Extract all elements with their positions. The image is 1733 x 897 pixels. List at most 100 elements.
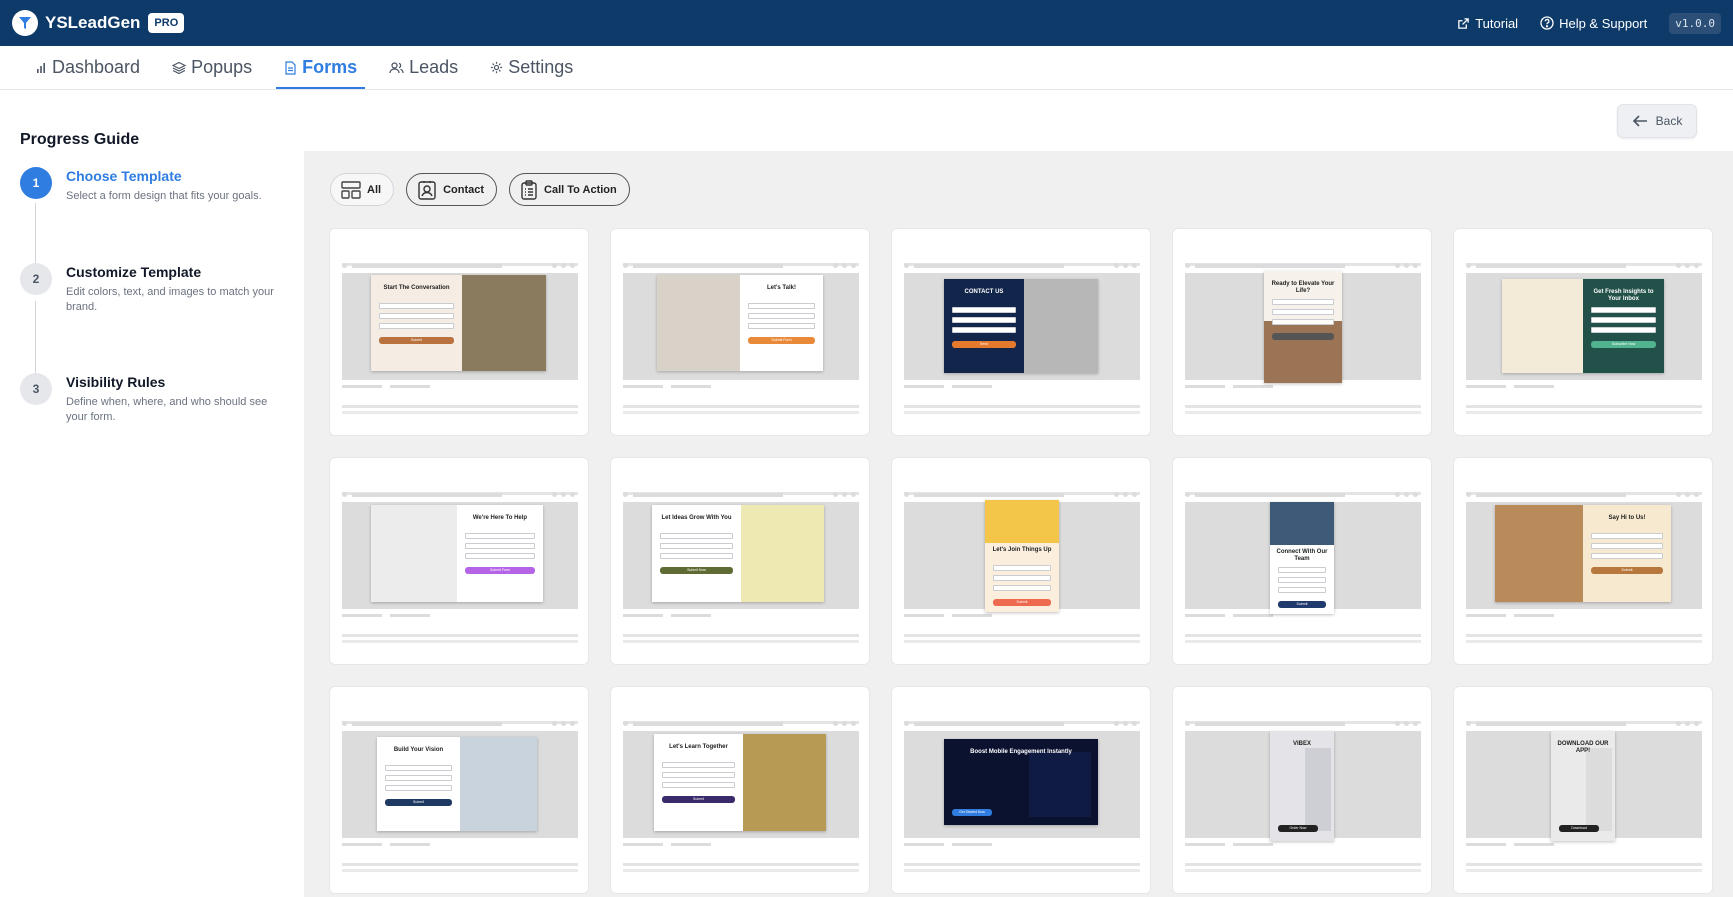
wireframe-dot <box>1694 492 1699 497</box>
template-card[interactable]: DOWNLOAD OUR APP! Download <box>1453 686 1713 894</box>
template-card[interactable]: Let's Talk! Submit Form <box>610 228 870 436</box>
tab-leads[interactable]: Leads <box>385 46 462 89</box>
wireframe-dot <box>1404 263 1409 268</box>
back-button[interactable]: Back <box>1617 104 1697 138</box>
wireframe-dot <box>1404 721 1409 726</box>
wireframe-dot <box>1413 492 1418 497</box>
wireframe-line <box>1233 614 1273 617</box>
step-description: Edit colors, text, and images to match y… <box>66 286 274 313</box>
template-card[interactable]: Start The Conversation Submit <box>329 228 589 436</box>
wireframe-header-bar <box>914 264 1064 268</box>
template-field <box>1278 587 1326 593</box>
template-preview: VIBEX Order Now <box>1270 731 1334 841</box>
wireframe-line <box>904 614 944 617</box>
template-field <box>379 313 454 319</box>
tab-settings[interactable]: Settings <box>486 46 577 89</box>
wireframe-dot <box>851 721 856 726</box>
wireframe-footer-line <box>342 405 578 408</box>
wireframe-dot <box>833 492 838 497</box>
wireframe-header-bar <box>1195 722 1345 726</box>
wireframe-dot <box>842 263 847 268</box>
pro-badge: PRO <box>148 13 185 33</box>
template-heading: Start The Conversation <box>383 285 450 291</box>
tutorial-label: Tutorial <box>1475 15 1519 31</box>
template-submit-button: Submit Form <box>748 337 815 344</box>
wireframe-line <box>904 385 944 388</box>
template-card[interactable]: Build Your Vision Submit <box>329 686 589 894</box>
wireframe-dot <box>1466 492 1471 497</box>
wireframe-dot <box>1114 721 1119 726</box>
step-visibility-rules[interactable]: 3 Visibility Rules Define when, where, a… <box>20 373 284 425</box>
wireframe-line <box>1514 843 1554 846</box>
template-submit-button: Submit <box>1278 601 1326 608</box>
wireframe-footer-line <box>342 863 578 866</box>
template-submit-button: Submit <box>993 599 1051 606</box>
template-card[interactable]: Say Hi to Us! Submit <box>1453 457 1713 665</box>
template-card[interactable]: Let's Join Things Up Submit <box>891 457 1151 665</box>
template-card[interactable]: Ready to Elevate Your Life? <box>1172 228 1432 436</box>
filter-call-to-action[interactable]: Call To Action <box>509 173 630 206</box>
template-submit-button: Subscribe Now <box>1591 341 1656 348</box>
wireframe-dot <box>552 492 557 497</box>
filter-all[interactable]: All <box>330 173 395 206</box>
wireframe-line <box>671 614 711 617</box>
wireframe-line <box>1514 614 1554 617</box>
template-heading: Build Your Vision <box>393 747 444 753</box>
step-title: Choose Template <box>66 168 182 184</box>
wireframe-dot <box>1404 492 1409 497</box>
filter-label: All <box>367 183 382 196</box>
wireframe-dot <box>570 492 575 497</box>
back-label: Back <box>1655 114 1683 128</box>
version-badge: v1.0.0 <box>1669 12 1721 34</box>
template-card[interactable]: CONTACT US Send <box>891 228 1151 436</box>
tab-forms[interactable]: Forms <box>276 46 366 89</box>
template-field <box>1272 299 1334 305</box>
wireframe-footer-line <box>1185 640 1421 643</box>
wireframe-dot <box>1132 263 1137 268</box>
wireframe-line <box>671 843 711 846</box>
template-card[interactable]: Get Fresh Insights to Your Inbox Subscrib… <box>1453 228 1713 436</box>
wireframe-dot <box>1685 263 1690 268</box>
template-card[interactable]: Let Ideas Grow With You Submit Now <box>610 457 870 665</box>
tab-label: Dashboard <box>52 57 141 77</box>
wireframe-dot <box>1694 263 1699 268</box>
tab-label: Forms <box>302 57 358 77</box>
gear-icon <box>491 61 503 74</box>
wireframe-dot <box>1123 721 1128 726</box>
help-support-link[interactable]: Help & Support <box>1540 16 1647 31</box>
wireframe-dot <box>1395 263 1400 268</box>
contact-icon <box>418 180 436 200</box>
template-card[interactable]: Connect With Our Team Submit <box>1172 457 1432 665</box>
tab-popups[interactable]: Popups <box>168 46 256 89</box>
step-customize-template[interactable]: 2 Customize Template Edit colors, text, … <box>20 263 284 373</box>
tutorial-link[interactable]: Tutorial <box>1457 16 1518 31</box>
wireframe-line <box>904 843 944 846</box>
template-field <box>379 323 454 329</box>
tab-label: Settings <box>508 57 574 77</box>
wireframe-footer-line <box>623 640 859 643</box>
template-field <box>1591 543 1663 549</box>
template-heading: Let Ideas Grow With You <box>661 515 732 521</box>
filter-contact[interactable]: Contact <box>406 173 498 206</box>
template-card[interactable]: Boost Mobile Engagement Instantly Get Sta… <box>891 686 1151 894</box>
wireframe-line <box>952 385 992 388</box>
template-card[interactable]: Let's Learn Together Submit <box>610 686 870 894</box>
template-heading: Say Hi to Us! <box>1608 515 1646 521</box>
wireframe-dot <box>1123 263 1128 268</box>
template-card[interactable]: VIBEX Order Now <box>1172 686 1432 894</box>
template-submit-button: Send <box>952 341 1016 348</box>
tab-dashboard[interactable]: Dashboard <box>31 46 144 89</box>
wireframe-footer-line <box>623 869 859 872</box>
app-name: YSLeadGen <box>45 13 141 32</box>
wireframe-header-bar <box>633 722 783 726</box>
step-choose-template[interactable]: 1 Choose Template Select a form design t… <box>20 167 284 263</box>
wireframe-dot <box>1395 721 1400 726</box>
template-heading: VIBEX <box>1292 741 1311 747</box>
tab-label: Popups <box>191 57 253 77</box>
template-field <box>1591 307 1656 313</box>
wireframe-dot <box>1395 492 1400 497</box>
wireframe-line <box>1466 385 1506 388</box>
wireframe-line <box>623 385 663 388</box>
template-card[interactable]: We're Here To Help Submit Form <box>329 457 589 665</box>
template-preview: Ready to Elevate Your Life? <box>1264 271 1342 383</box>
